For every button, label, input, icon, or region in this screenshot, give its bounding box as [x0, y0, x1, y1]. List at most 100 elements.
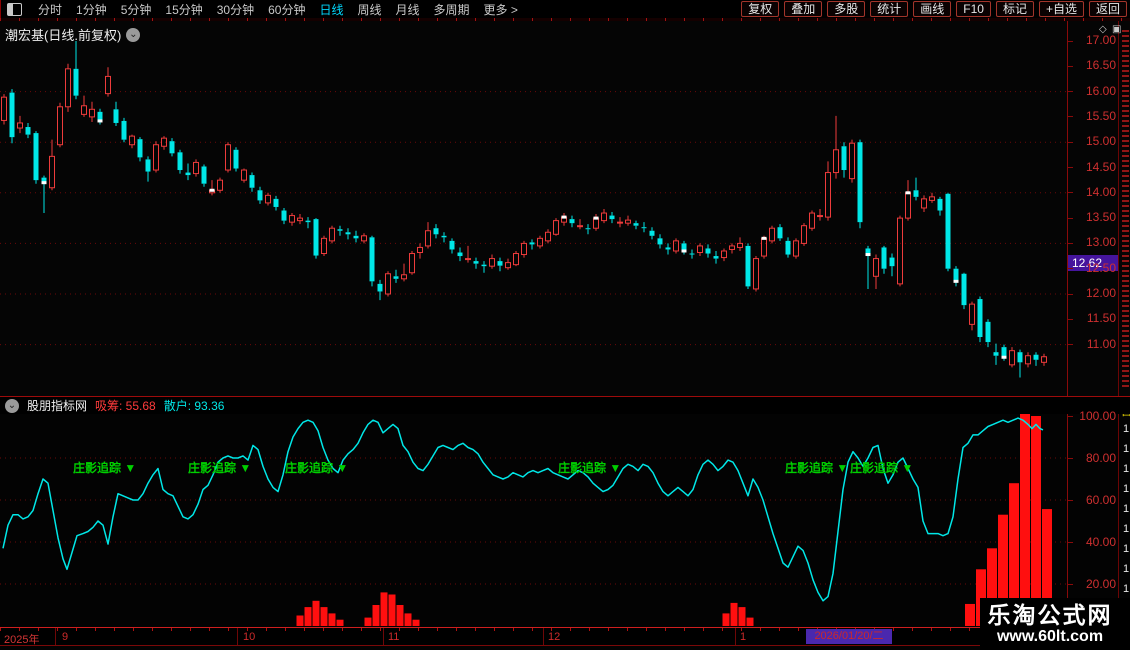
indicator-axis-label: 100.00: [1079, 409, 1116, 423]
watermark: 乐淘公式网 www.60lt.com: [980, 598, 1130, 650]
tool-button-叠加[interactable]: 叠加: [784, 1, 823, 17]
tool-button-统计[interactable]: 统计: [870, 1, 909, 17]
collapse-indicator-icon[interactable]: ⌄: [5, 398, 19, 413]
clipped-list-number: 1: [1123, 583, 1130, 595]
price-axis-label: 16.00: [1085, 83, 1116, 98]
time-axis: 2025年 2026/01/20/二 9 10 11 12 1: [0, 627, 1067, 646]
tool-button-画线[interactable]: 画线: [913, 1, 952, 17]
clipped-vertical-text: [1122, 29, 1129, 387]
main-chart-panel[interactable]: 潮宏基(日线.前复权) ⌄ ◇ ▣ 12.62 17.00 16.50 16.00 1…: [0, 21, 1130, 396]
price-axis-label: 15.00: [1085, 134, 1116, 149]
month-label-12: 12: [548, 631, 561, 643]
collapse-chart-icon[interactable]: ⌄: [126, 27, 141, 42]
signal-label: 庄影追踪 ▼: [785, 460, 848, 475]
price-axis-label: 12.50: [1085, 260, 1116, 275]
period-item-1分钟[interactable]: 1分钟: [76, 1, 107, 18]
indicator-axis-label: 20.00: [1085, 577, 1116, 591]
price-tick: [1068, 293, 1073, 295]
diamond-icon[interactable]: ◇: [1099, 24, 1107, 35]
clipped-list-number: 1: [1123, 543, 1130, 555]
indicator-axis: 100.00 80.00 60.00 40.00 20.00: [1067, 410, 1119, 627]
tool-button-+自选[interactable]: +自选: [1038, 1, 1084, 17]
period-item-周线[interactable]: 周线: [357, 1, 381, 18]
price-axis-label: 14.50: [1085, 159, 1116, 174]
price-tick: [1068, 318, 1073, 320]
price-axis-label: 16.50: [1085, 58, 1116, 73]
tool-button-F10[interactable]: F10: [956, 1, 991, 17]
price-tick: [1068, 65, 1073, 67]
indicator-axis-label: 80.00: [1085, 451, 1116, 465]
price-tick: [1068, 242, 1073, 244]
clipped-list-number: 1: [1123, 523, 1130, 535]
price-tick: [1068, 192, 1073, 194]
clipped-list-number: 1: [1123, 563, 1130, 575]
month-label-10: 10: [243, 631, 256, 643]
period-item-分时[interactable]: 分时: [38, 1, 62, 18]
clipped-list-number: 1: [1123, 423, 1130, 435]
price-axis-label: 11.00: [1086, 336, 1116, 351]
tool-button-标记[interactable]: 标记: [995, 1, 1034, 17]
price-tick: [1068, 141, 1073, 143]
price-tick: [1068, 91, 1073, 93]
period-item-60分钟[interactable]: 60分钟: [268, 1, 305, 18]
tool-button-返回[interactable]: 返回: [1088, 1, 1127, 17]
watermark-site-name: 乐淘公式网: [987, 601, 1113, 628]
price-axis-label: 14.00: [1085, 184, 1116, 199]
period-menu: 分时 1分钟 5分钟 15分钟 30分钟 60分钟 日线 周线 月线 多周期 更多 >: [1, 1, 518, 18]
indicator-axis-label: 60.00: [1085, 493, 1116, 507]
price-tick: [1068, 167, 1073, 168]
signal-label: 庄影追踪 ▼: [188, 460, 251, 475]
price-axis-label: 11.50: [1086, 311, 1116, 326]
year-label: 2025年: [4, 634, 40, 646]
tool-button-复权[interactable]: 复权: [741, 1, 780, 17]
indicator-chart[interactable]: 庄影追踪 ▼ 庄影追踪 ▼ 庄影追踪 ▼ 庄影追踪 ▼ 庄影追踪 ▼ 庄影追踪 ▼: [0, 414, 1067, 627]
indicator-tick: [1068, 541, 1073, 543]
top-toolbar: 分时 1分钟 5分钟 15分钟 30分钟 60分钟 日线 周线 月线 多周期 更多 > 复权 叠加 多股…: [0, 0, 1130, 18]
page-title: 潮宏基(日线.前复权): [5, 28, 122, 43]
indicator-tick: [1068, 415, 1073, 417]
right-edge-strip-top: [1118, 21, 1130, 396]
price-axis-label: 13.50: [1085, 210, 1116, 225]
month-divider: [383, 628, 384, 645]
period-item-月线[interactable]: 月线: [396, 1, 420, 18]
price-axis-label: 12.00: [1085, 286, 1116, 300]
month-divider: [543, 628, 544, 645]
price-axis-label: 13.00: [1085, 235, 1116, 250]
signal-label: 庄影追踪 ▼: [558, 460, 621, 475]
indicator-header: ⌄ 股朋指标网 吸筹: 55.68 散户: 93.36: [0, 396, 1130, 414]
month-label-1: 1: [740, 631, 747, 643]
price-axis: 12.62 17.00 16.50 16.00 15.50 15.00 14.50 14.0…: [1067, 21, 1119, 396]
candlestick-chart[interactable]: [0, 21, 1067, 396]
window-box-icon[interactable]: ▣: [1112, 24, 1121, 35]
current-date-tag: 2026/01/20/二: [806, 629, 892, 644]
period-item-更多 >[interactable]: 更多 >: [484, 1, 518, 18]
period-item-30分钟[interactable]: 30分钟: [217, 1, 254, 18]
price-tick: [1068, 217, 1073, 219]
month-divider: [237, 628, 238, 645]
clipped-list-number: 1: [1123, 503, 1130, 515]
price-axis-label: 15.50: [1085, 108, 1116, 123]
month-divider: [55, 628, 56, 645]
watermark-url: www.60lt.com: [996, 627, 1104, 645]
clipped-list-number: 1: [1123, 463, 1130, 475]
indicator-name[interactable]: 股朋指标网: [27, 397, 87, 414]
indicator-axis-label: 40.00: [1085, 535, 1116, 549]
period-item-多周期[interactable]: 多周期: [434, 1, 470, 18]
period-item-5分钟[interactable]: 5分钟: [121, 1, 152, 18]
period-item-日线[interactable]: 日线: [319, 1, 343, 18]
indicator-tick: [1068, 499, 1073, 501]
price-tick: [1068, 40, 1073, 42]
month-label-9: 9: [62, 631, 69, 643]
price-tick: [1068, 116, 1073, 118]
layout-toggle-icon[interactable]: [7, 2, 22, 16]
signal-label: 庄影追踪 ▼: [850, 460, 913, 475]
price-tick: [1068, 344, 1073, 346]
price-tick: [1068, 268, 1073, 270]
clipped-list-number: 1: [1123, 443, 1130, 455]
month-divider: [735, 628, 736, 645]
signal-label: 庄影追踪 ▼: [285, 460, 348, 475]
period-item-15分钟[interactable]: 15分钟: [165, 1, 202, 18]
indicator-tick: [1068, 583, 1073, 585]
tool-button-多股[interactable]: 多股: [827, 1, 866, 17]
time-axis-ticks: [0, 628, 1067, 631]
